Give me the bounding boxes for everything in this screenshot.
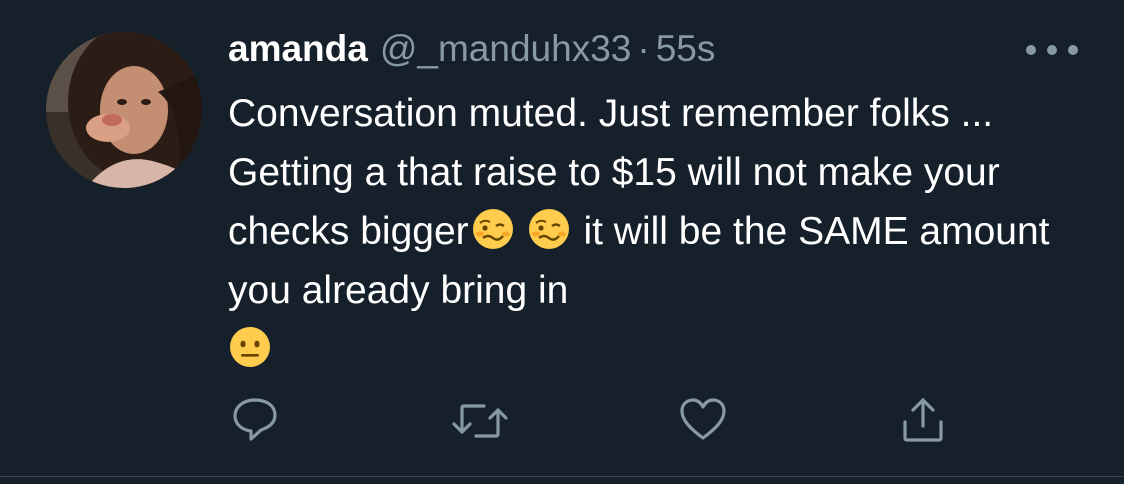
share-icon <box>903 398 943 442</box>
like-icon <box>680 398 726 440</box>
separator-dot: · <box>637 28 650 69</box>
retweet-button[interactable] <box>450 394 510 448</box>
user-handle[interactable]: @_manduhx33 <box>380 28 632 70</box>
woozy-face-icon <box>472 209 513 249</box>
tweet-header: amanda @_manduhx33 · 55s <box>228 28 715 78</box>
more-dot <box>1026 45 1036 55</box>
more-options-icon[interactable] <box>1026 38 1078 62</box>
avatar-image <box>46 32 202 188</box>
retweet-icon <box>452 404 508 438</box>
tweet-actions <box>228 394 988 454</box>
display-name[interactable]: amanda <box>228 28 368 70</box>
woozy-face-icon <box>528 209 569 249</box>
tweet[interactable]: amanda @_manduhx33 · 55s Conversation mu… <box>0 0 1124 484</box>
tweet-text: Conversation muted. Just remember folks … <box>228 84 1098 379</box>
more-dot <box>1068 45 1078 55</box>
timestamp[interactable]: 55s <box>656 28 716 70</box>
more-dot <box>1047 45 1057 55</box>
like-button[interactable] <box>678 394 728 448</box>
reply-button[interactable] <box>230 394 280 448</box>
reply-icon <box>233 398 277 441</box>
avatar[interactable] <box>46 32 202 188</box>
share-button[interactable] <box>898 394 948 448</box>
divider <box>0 476 1124 477</box>
neutral-face-icon <box>230 327 270 367</box>
